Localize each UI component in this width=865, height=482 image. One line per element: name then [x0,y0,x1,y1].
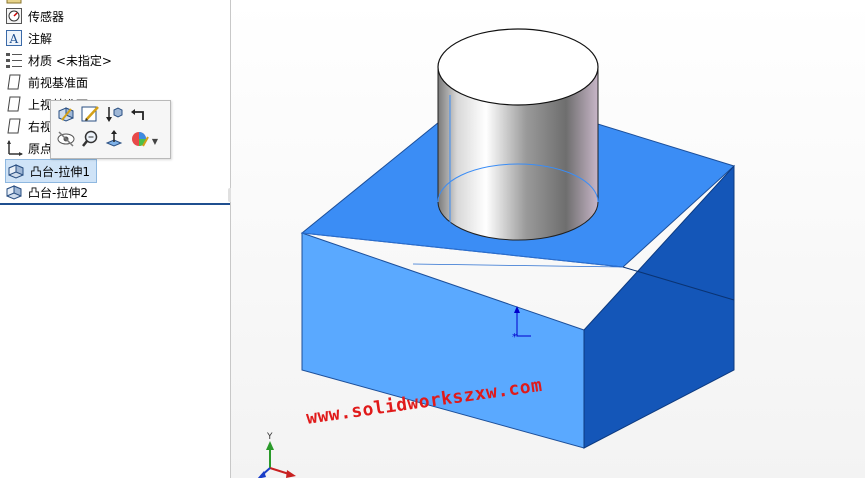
feature-manager-tree: 传感器 A 注解 材质 <未指定> 前视基准面 上视基准面 右视基准面 [0,0,230,478]
extrude-icon [6,162,26,180]
tree-item-origin[interactable]: 原点 [4,137,52,159]
parent-child-button[interactable] [127,105,149,127]
normal-to-icon [104,129,124,153]
appearance-button[interactable]: ▼ [127,130,161,152]
rollback-bar[interactable] [0,203,230,205]
coordinate-triad [257,441,296,479]
chevron-down-icon: ▼ [151,136,159,146]
zoom-to-selection-icon [80,129,100,153]
parent-child-icon [128,104,148,128]
tree-item-boss-extrude-2[interactable]: 凸台-拉伸2 [4,181,88,203]
svg-text:A: A [9,32,19,46]
tree-item-label: 前视基准面 [28,75,89,90]
zoom-to-selection-button[interactable] [79,130,101,152]
tree-item-label: 凸台-拉伸2 [28,185,88,200]
edit-sketch-icon [80,104,100,128]
tree-item-label: 凸台-拉伸1 [30,164,90,179]
edit-feature-button[interactable] [55,105,77,127]
rollback-icon [104,104,124,128]
extrude-icon [4,183,24,201]
hide-button[interactable] [55,130,77,152]
appearance-icon [130,129,150,153]
tree-item-boss-extrude-1[interactable]: 凸台-拉伸1 [5,159,97,183]
rollback-button[interactable] [103,105,125,127]
edit-feature-icon [56,104,76,128]
tree-item-label: 原点 [28,141,53,156]
plane-icon [4,117,24,135]
tree-item-material[interactable]: 材质 <未指定> [4,49,112,71]
tree-item-label: 注解 [28,31,53,46]
plane-icon [4,95,24,113]
annotation-icon: A [4,29,24,47]
normal-to-button[interactable] [103,130,125,152]
hidden-edge [412,263,624,268]
material-icon [4,51,24,69]
cylinder-top-face[interactable] [437,28,599,106]
context-toolbar: ▼ [50,100,171,159]
hide-icon [56,129,76,153]
tree-item-front-plane[interactable]: 前视基准面 [4,71,88,93]
sensor-icon [4,7,24,25]
tree-item-label: 传感器 [28,9,65,24]
tree-item-sensors[interactable]: 传感器 [4,5,64,27]
edit-sketch-button[interactable] [79,105,101,127]
triad-y-label: Y [267,432,273,442]
tree-item-annotations[interactable]: A 注解 [4,27,52,49]
tree-item-label: 材质 <未指定> [28,53,112,68]
plane-icon [4,73,24,91]
svg-text:*: * [512,332,517,343]
origin-icon [4,139,24,157]
